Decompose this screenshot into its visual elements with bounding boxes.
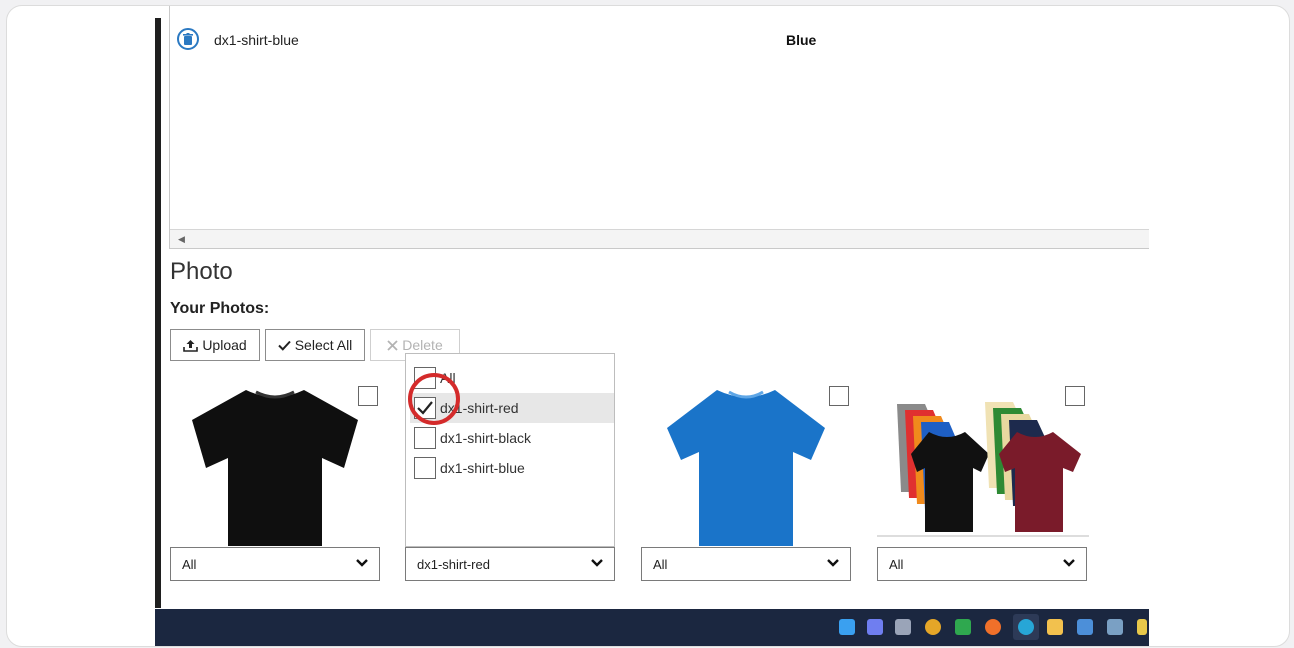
folder-icon[interactable] [1047, 619, 1063, 635]
option-checkbox[interactable] [414, 457, 436, 479]
taskbar [155, 609, 1149, 646]
chrome-icon[interactable] [925, 619, 941, 635]
app-icon[interactable] [895, 619, 911, 635]
option-checkbox[interactable] [414, 427, 436, 449]
section-title: Photo [170, 258, 233, 285]
edge-icon-active[interactable] [1013, 614, 1039, 640]
upload-icon [183, 339, 199, 352]
select-all-label: Select All [294, 337, 353, 353]
option-label: dx1-shirt-blue [440, 460, 525, 476]
chevron-down-icon [827, 559, 839, 567]
option-label: dx1-shirt-black [440, 430, 532, 446]
your-photos-label: Your Photos: [170, 300, 270, 317]
window-left-border [155, 18, 161, 608]
dropdown-option-black[interactable]: dx1-shirt-black [406, 423, 610, 453]
chat-icon[interactable] [955, 619, 971, 635]
highlight-circle [408, 373, 460, 425]
photo-checkbox[interactable] [1065, 386, 1085, 406]
chevron-down-icon [1063, 559, 1075, 567]
photo-color-select[interactable]: All [641, 547, 851, 581]
app-icon[interactable] [867, 619, 883, 635]
select-value: All [889, 557, 904, 572]
multicolor-tshirts-image [877, 402, 1089, 537]
photo-color-select[interactable]: All [170, 547, 380, 581]
delete-label: Delete [402, 337, 443, 353]
check-icon [277, 340, 291, 351]
upload-label: Upload [202, 337, 247, 353]
table-row: dx1-shirt-blue Blue [170, 26, 1149, 56]
photo-color-select[interactable]: dx1-shirt-red [405, 547, 615, 581]
app-icon[interactable] [1107, 619, 1123, 635]
app-icon[interactable] [1137, 619, 1147, 635]
black-tshirt-image [192, 390, 358, 546]
blue-tshirt-image [667, 390, 825, 546]
select-value: All [653, 557, 668, 572]
dropdown-option-blue[interactable]: dx1-shirt-blue [406, 453, 610, 483]
photo-checkbox[interactable] [829, 386, 849, 406]
select-all-button[interactable]: Select All [265, 329, 365, 361]
horizontal-scrollbar[interactable]: ◀ [170, 229, 1149, 248]
x-icon [387, 339, 398, 351]
chevron-down-icon [356, 559, 368, 567]
select-value: All [182, 557, 197, 572]
photo-color-select[interactable]: All [877, 547, 1087, 581]
delete-row-icon[interactable] [177, 28, 199, 50]
app-window: dx1-shirt-blue Blue ◀ Photo Your Photos:… [155, 6, 1149, 646]
row-color: Blue [786, 32, 817, 48]
upload-button[interactable]: Upload [170, 329, 260, 361]
app-icon[interactable] [1077, 619, 1093, 635]
windows-start-icon[interactable] [839, 619, 855, 635]
chevron-down-icon [591, 559, 603, 567]
color-grid: dx1-shirt-blue Blue ◀ [169, 6, 1149, 249]
row-name: dx1-shirt-blue [214, 32, 299, 48]
firefox-icon[interactable] [985, 619, 1001, 635]
screenshot-frame: dx1-shirt-blue Blue ◀ Photo Your Photos:… [6, 5, 1290, 647]
scroll-left-icon[interactable]: ◀ [178, 234, 185, 245]
photo-checkbox[interactable] [358, 386, 378, 406]
select-value: dx1-shirt-red [417, 557, 490, 572]
